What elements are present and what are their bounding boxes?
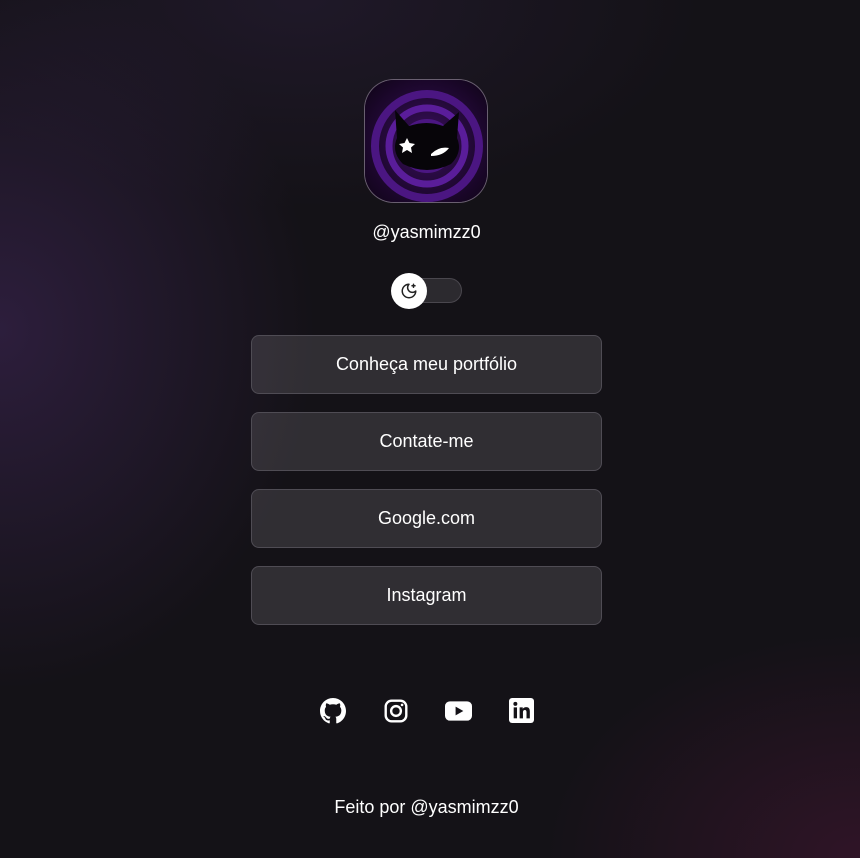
theme-toggle-switch[interactable] <box>391 273 462 309</box>
instagram-icon <box>384 699 407 722</box>
github-link[interactable] <box>319 697 346 724</box>
moon-stars-icon <box>401 283 417 299</box>
instagram-link[interactable] <box>382 697 409 724</box>
black-cat-icon <box>365 80 487 202</box>
theme-toggle-knob[interactable] <box>391 273 427 309</box>
link-button-google[interactable]: Google.com <box>251 489 602 548</box>
link-button-portfolio[interactable]: Conheça meu portfólio <box>251 335 602 394</box>
profile-username: @yasmimzz0 <box>372 222 481 242</box>
link-list: Conheça meu portfólio Contate-me Google.… <box>251 335 602 643</box>
footer-credit: Feito por @yasmimzz0 <box>334 797 519 817</box>
youtube-link[interactable] <box>445 697 472 724</box>
linkedin-icon <box>509 698 534 723</box>
profile-avatar <box>364 79 488 203</box>
link-button-instagram[interactable]: Instagram <box>251 566 602 625</box>
linkedin-link[interactable] <box>508 697 535 724</box>
youtube-icon <box>445 700 472 721</box>
social-links <box>319 697 535 724</box>
github-icon <box>319 697 346 723</box>
link-button-contact[interactable]: Contate-me <box>251 412 602 471</box>
